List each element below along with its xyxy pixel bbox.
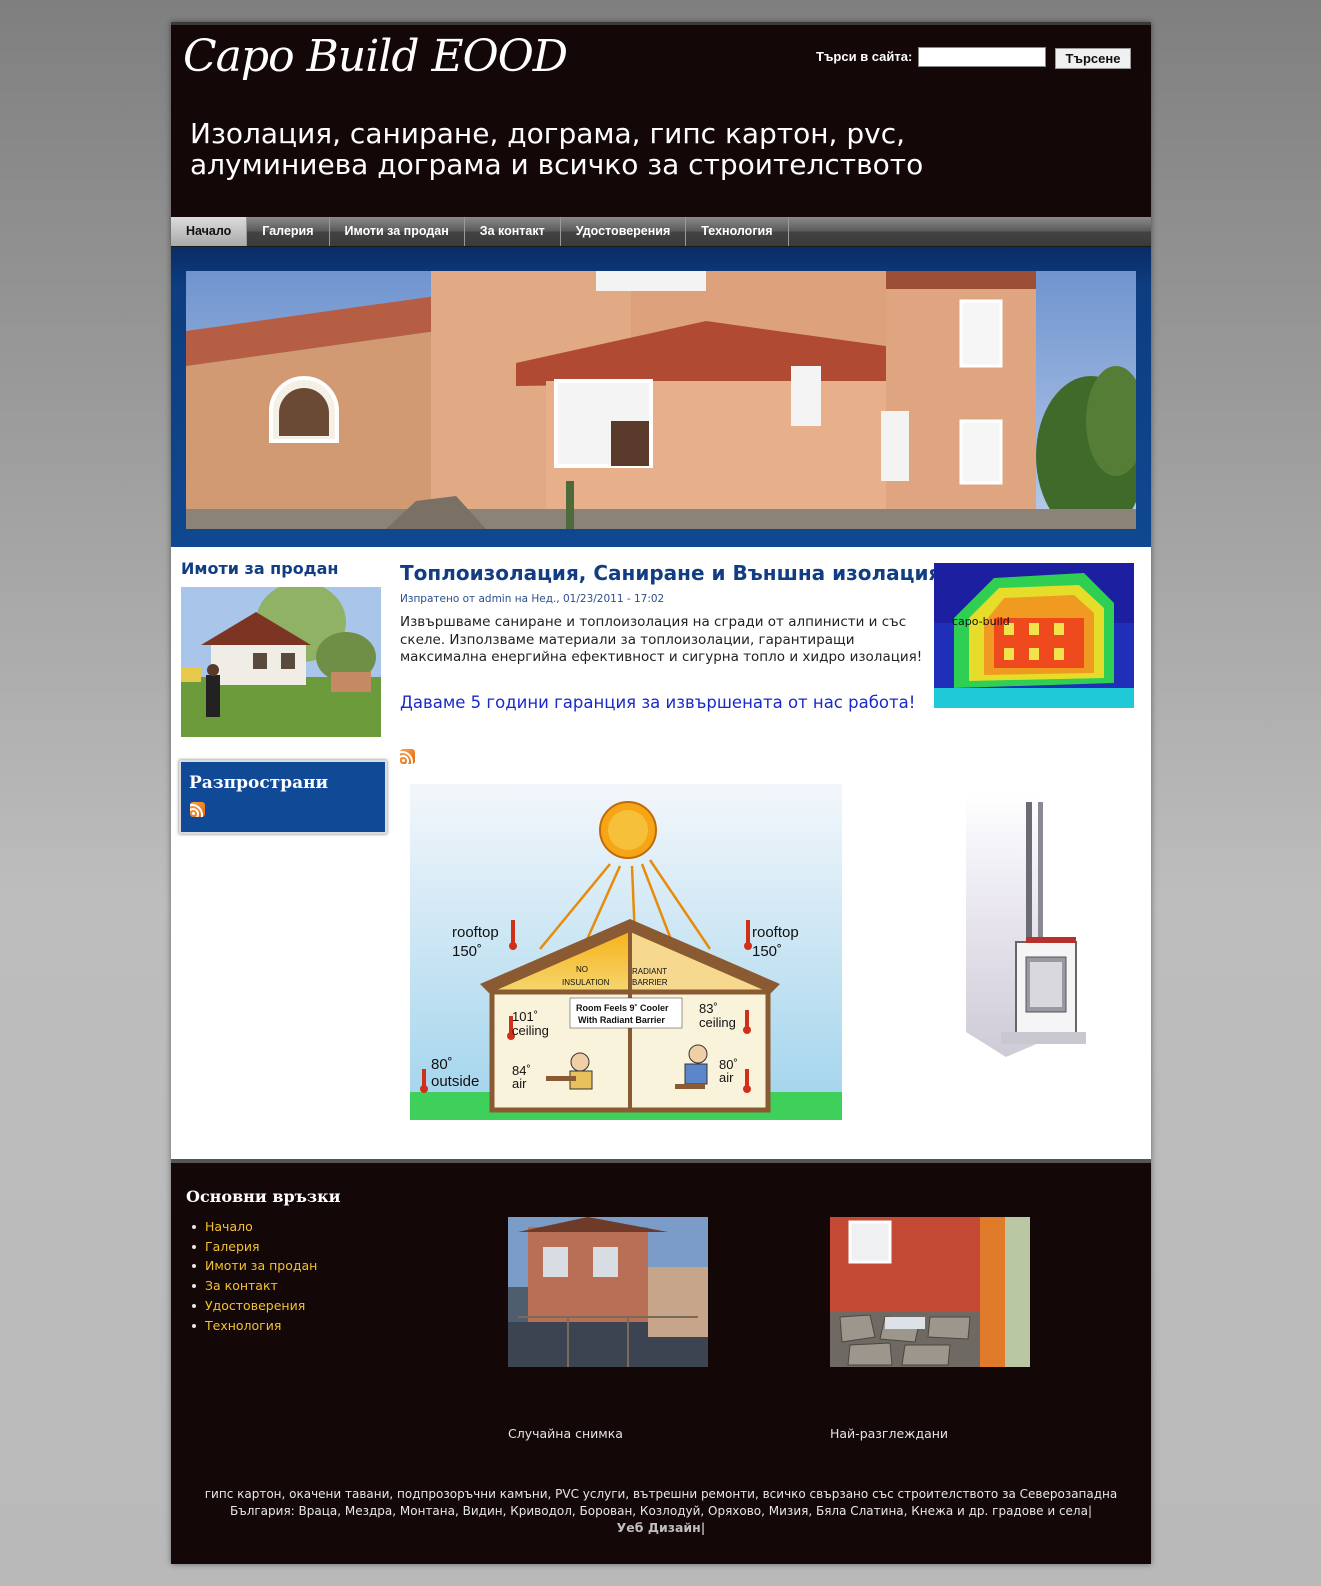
diagram-air-left: air — [512, 1076, 527, 1091]
diagram-rooftop-right: rooftop — [752, 924, 799, 941]
search-input[interactable] — [918, 47, 1046, 67]
guarantee-note: Даваме 5 години гаранция за извършената … — [400, 693, 916, 712]
nav-item-gallery[interactable]: Галерия — [247, 217, 330, 246]
footer-link-home[interactable]: Начало — [191, 1217, 317, 1237]
footer-links-list: Начало Галерия Имоти за продан За контак… — [191, 1217, 317, 1335]
diagram-air-right: air — [719, 1070, 734, 1085]
footer-link-gallery[interactable]: Галерия — [191, 1237, 317, 1257]
site-slogan: Изолация, саниране, дограма, гипс картон… — [190, 117, 924, 181]
share-title: Разпространи — [189, 773, 329, 793]
share-block: Разпространи — [179, 760, 387, 834]
site-header: Capo Build EOOD Търси в сайта: Търсене И… — [171, 22, 1151, 217]
diagram-ceiling-right: ceiling — [699, 1015, 736, 1030]
footer-link-contact[interactable]: За контакт — [191, 1276, 317, 1296]
nav-item-contact[interactable]: За контакт — [465, 217, 561, 246]
page: Capo Build EOOD Търси в сайта: Търсене И… — [171, 22, 1151, 1564]
footer-credit[interactable]: Уеб Дизайн| — [171, 1520, 1151, 1535]
footer-links-title: Основни връзки — [186, 1187, 341, 1206]
search-label: Търси в сайта: — [816, 49, 913, 64]
nav-item-properties[interactable]: Имоти за продан — [330, 217, 465, 246]
article-title[interactable]: Топлоизолация, Саниране и Външна изолаци… — [400, 561, 941, 585]
footer-seo-text: гипс картон, окачени тавани, подпрозоръч… — [204, 1487, 1118, 1518]
diagram-no-insulation-1: NO — [576, 965, 588, 974]
diagram-rooftop-right-temp: 150˚ — [752, 943, 782, 960]
popular-photo-caption: Най-разглеждани — [830, 1426, 949, 1441]
sidebar-properties-title[interactable]: Имоти за продан — [181, 559, 338, 578]
rss-icon[interactable] — [190, 802, 205, 817]
site-footer: Основни връзки Начало Галерия Имоти за п… — [171, 1159, 1151, 1564]
diagram-rooftop-left: rooftop — [452, 924, 499, 941]
article-rss-icon[interactable] — [400, 749, 415, 764]
nav-item-certificates[interactable]: Удостоверения — [561, 217, 687, 246]
thermal-label: capo-build — [952, 615, 1010, 628]
article-meta: Изпратено от admin на Нед., 01/23/2011 -… — [400, 593, 665, 605]
radiant-barrier-diagram: rooftop 150˚ rooftop 150˚ NO INSULATION … — [410, 784, 842, 1120]
diagram-radiant-2: BARRIER — [632, 978, 668, 987]
pvc-window-profile-image — [946, 792, 1096, 1062]
diagram-no-insulation-2: INSULATION — [562, 978, 610, 987]
diagram-radiant-1: RADIANT — [632, 967, 667, 976]
footer-link-certificates[interactable]: Удостоверения — [191, 1296, 317, 1316]
diagram-rooftop-left-temp: 150˚ — [452, 943, 482, 960]
footer-link-technology[interactable]: Технология — [191, 1316, 317, 1336]
popular-photo[interactable] — [830, 1217, 1030, 1367]
article-body: Извършваме саниране и топлоизолация на с… — [400, 614, 923, 665]
diagram-cooler-2: With Radiant Barrier — [578, 1015, 665, 1025]
property-photo[interactable] — [181, 587, 381, 737]
footer-link-properties[interactable]: Имоти за продан — [191, 1256, 317, 1276]
diagram-outside: outside — [431, 1073, 479, 1090]
nav-item-technology[interactable]: Технология — [686, 217, 789, 246]
main-content: Имоти за продан Разпространи Топлоизолац… — [171, 547, 1151, 1159]
site-logo[interactable]: Capo Build EOOD — [183, 31, 568, 82]
main-nav: Начало Галерия Имоти за продан За контак… — [171, 217, 1151, 247]
random-photo-caption: Случайна снимка — [508, 1426, 623, 1441]
diagram-ceiling-left: ceiling — [512, 1023, 549, 1038]
thermal-image: capo-build — [934, 563, 1134, 708]
random-photo[interactable] — [508, 1217, 708, 1367]
diagram-cooler-1: Room Feels 9˚ Cooler — [576, 1003, 669, 1013]
nav-item-home[interactable]: Начало — [171, 217, 248, 246]
banner — [171, 247, 1151, 547]
diagram-ceiling-left-temp: 101˚ — [512, 1009, 538, 1024]
search-button[interactable]: Търсене — [1055, 48, 1131, 69]
diagram-outside-temp: 80˚ — [431, 1056, 453, 1073]
banner-house-photo — [186, 271, 1136, 529]
diagram-ceiling-right-temp: 83˚ — [699, 1001, 718, 1016]
